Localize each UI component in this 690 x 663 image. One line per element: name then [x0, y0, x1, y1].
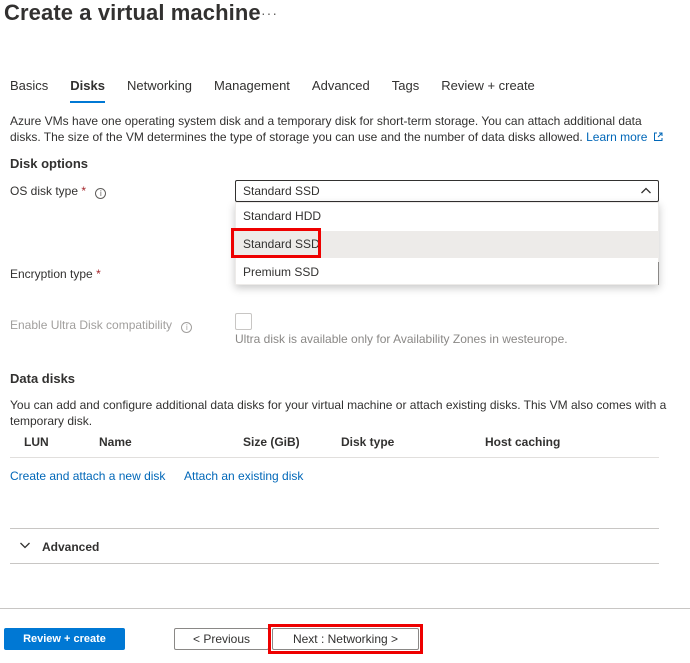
- encryption-type-label: Encryption type *: [10, 267, 101, 281]
- column-host-caching: Host caching: [485, 435, 561, 449]
- column-size: Size (GiB): [243, 435, 300, 449]
- intro-description: Azure VMs have one operating system disk…: [10, 114, 642, 144]
- tab-networking[interactable]: Networking: [127, 78, 192, 99]
- page-title: Create a virtual machine: [4, 0, 261, 25]
- advanced-section-toggle[interactable]: Advanced: [42, 540, 99, 554]
- required-asterisk: *: [81, 184, 87, 198]
- required-asterisk: *: [96, 267, 101, 281]
- ultra-disk-note: Ultra disk is available only for Availab…: [235, 332, 568, 346]
- ultra-disk-text: Enable Ultra Disk compatibility: [10, 318, 173, 332]
- option-standard-hdd[interactable]: Standard HDD: [236, 203, 658, 230]
- tab-management[interactable]: Management: [214, 78, 290, 99]
- disk-options-heading: Disk options: [10, 156, 89, 171]
- column-lun: LUN: [24, 435, 49, 449]
- previous-button[interactable]: < Previous: [174, 628, 269, 650]
- ultra-disk-checkbox[interactable]: [235, 313, 252, 330]
- more-options-icon[interactable]: ···: [261, 5, 278, 21]
- os-disk-type-label: OS disk type * i: [10, 184, 107, 199]
- intro-text: Azure VMs have one operating system disk…: [10, 113, 670, 145]
- attach-existing-disk-link[interactable]: Attach an existing disk: [184, 469, 303, 483]
- chevron-down-icon[interactable]: [19, 539, 31, 551]
- info-icon[interactable]: i: [181, 322, 193, 333]
- create-attach-disk-link[interactable]: Create and attach a new disk: [10, 469, 165, 483]
- highlight-box-next-button: [268, 624, 423, 654]
- tab-review-create[interactable]: Review + create: [441, 78, 535, 99]
- learn-more-label: Learn more: [586, 130, 648, 144]
- data-disks-description: You can add and configure additional dat…: [10, 398, 667, 428]
- advanced-top-divider: [10, 528, 659, 529]
- os-disk-type-value: Standard SSD: [243, 184, 320, 198]
- encryption-type-text: Encryption type: [10, 267, 93, 281]
- advanced-bottom-divider: [10, 563, 659, 564]
- learn-more-link[interactable]: Learn more: [586, 130, 663, 144]
- encryption-type-select-edge[interactable]: [657, 262, 659, 285]
- info-icon[interactable]: i: [95, 188, 107, 199]
- column-disk-type: Disk type: [341, 435, 395, 449]
- tab-basics[interactable]: Basics: [10, 78, 48, 99]
- os-disk-type-select[interactable]: Standard SSD: [235, 180, 659, 202]
- os-disk-type-text: OS disk type: [10, 184, 79, 198]
- tab-tags[interactable]: Tags: [392, 78, 419, 99]
- footer-divider: [0, 608, 690, 609]
- external-link-icon: [653, 132, 663, 141]
- option-premium-ssd[interactable]: Premium SSD: [236, 259, 658, 286]
- tab-advanced[interactable]: Advanced: [312, 78, 370, 99]
- review-create-button[interactable]: Review + create: [4, 628, 125, 650]
- highlight-box-standard-ssd: [231, 228, 321, 258]
- data-disks-heading: Data disks: [10, 371, 76, 386]
- tab-bar: Basics Disks Networking Management Advan…: [10, 78, 557, 103]
- ultra-disk-label: Enable Ultra Disk compatibility i: [10, 318, 193, 333]
- tab-disks[interactable]: Disks: [70, 78, 105, 103]
- table-divider: [10, 457, 659, 458]
- column-name: Name: [99, 435, 132, 449]
- chevron-up-icon: [641, 187, 651, 194]
